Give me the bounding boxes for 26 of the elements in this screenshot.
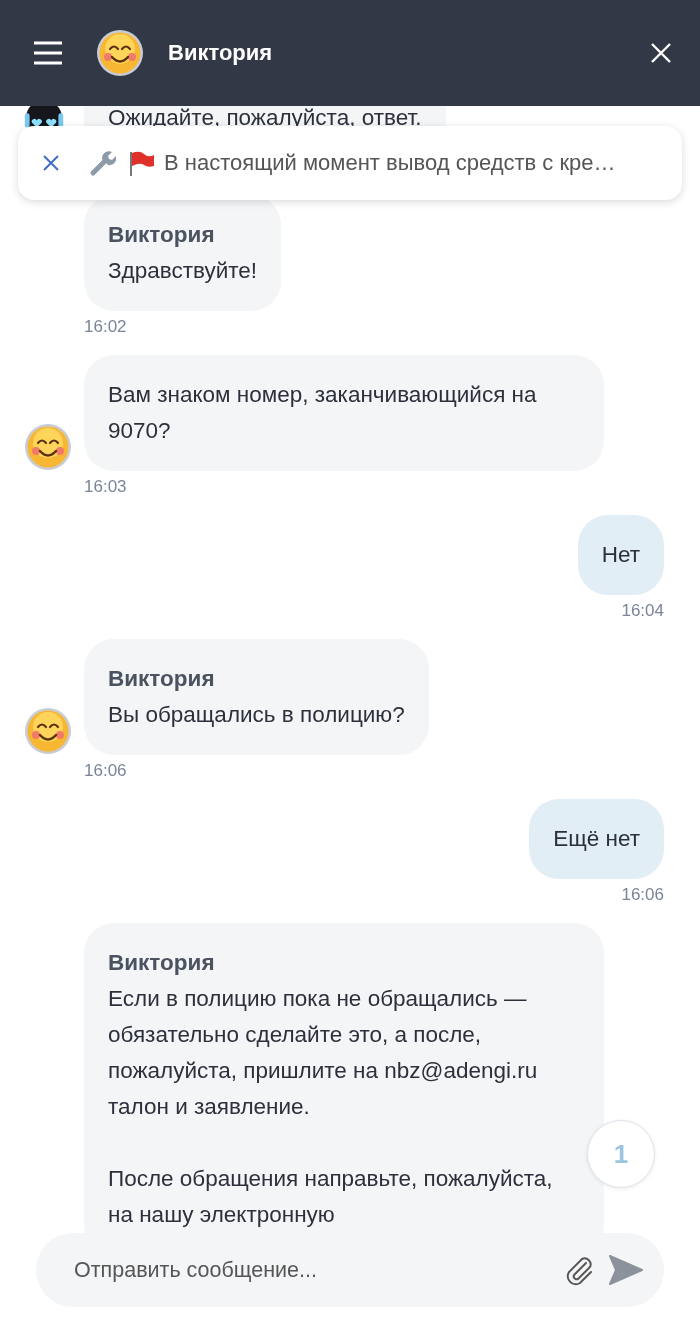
message-time: 16:06 (621, 885, 664, 905)
message-text: Ожидайте, пожалуйста, ответ. (108, 104, 422, 132)
notice-text: В настоящий момент вывод средств с кре… (164, 150, 616, 176)
message-time: 16:02 (84, 317, 128, 337)
message-text: Если в полицию пока не обращались — обязательно сделайте это, а после, пожалуйста, пришлите на nbz@adengi.ru талон и заявление. (108, 985, 539, 1121)
message-text: Нет (601, 541, 640, 569)
message-time: 16:06 (84, 761, 128, 781)
message-input[interactable]: Отправить сообщение... (72, 1256, 550, 1284)
send-icon[interactable] (608, 1254, 644, 1286)
sender-name: Виктория (108, 221, 216, 249)
message-text: Здравствуйте! (108, 257, 258, 285)
sender-name: Виктория (108, 665, 216, 693)
message-text: Вы обращались в полицию? (108, 701, 405, 729)
message-time: 16:03 (84, 477, 128, 497)
wrench-icon (88, 149, 116, 177)
message-time: 16:04 (621, 601, 664, 621)
message-text: После обращения направьте, пожалуйста, на нашу электронную (108, 1165, 554, 1229)
unread-count-badge[interactable]: 1 (587, 1120, 655, 1188)
chat-title: Виктория (168, 40, 274, 66)
sender-name: Виктория (108, 949, 216, 977)
message-text: Вам знаком номер, заканчивающийся на 9070? (108, 381, 538, 445)
paperclip-icon[interactable] (564, 1254, 594, 1286)
menu-icon[interactable] (34, 41, 62, 65)
message-field[interactable]: Отправить сообщение... (36, 1233, 664, 1307)
message-text: Ещё нет (553, 825, 640, 853)
avatar-icon (96, 29, 144, 77)
